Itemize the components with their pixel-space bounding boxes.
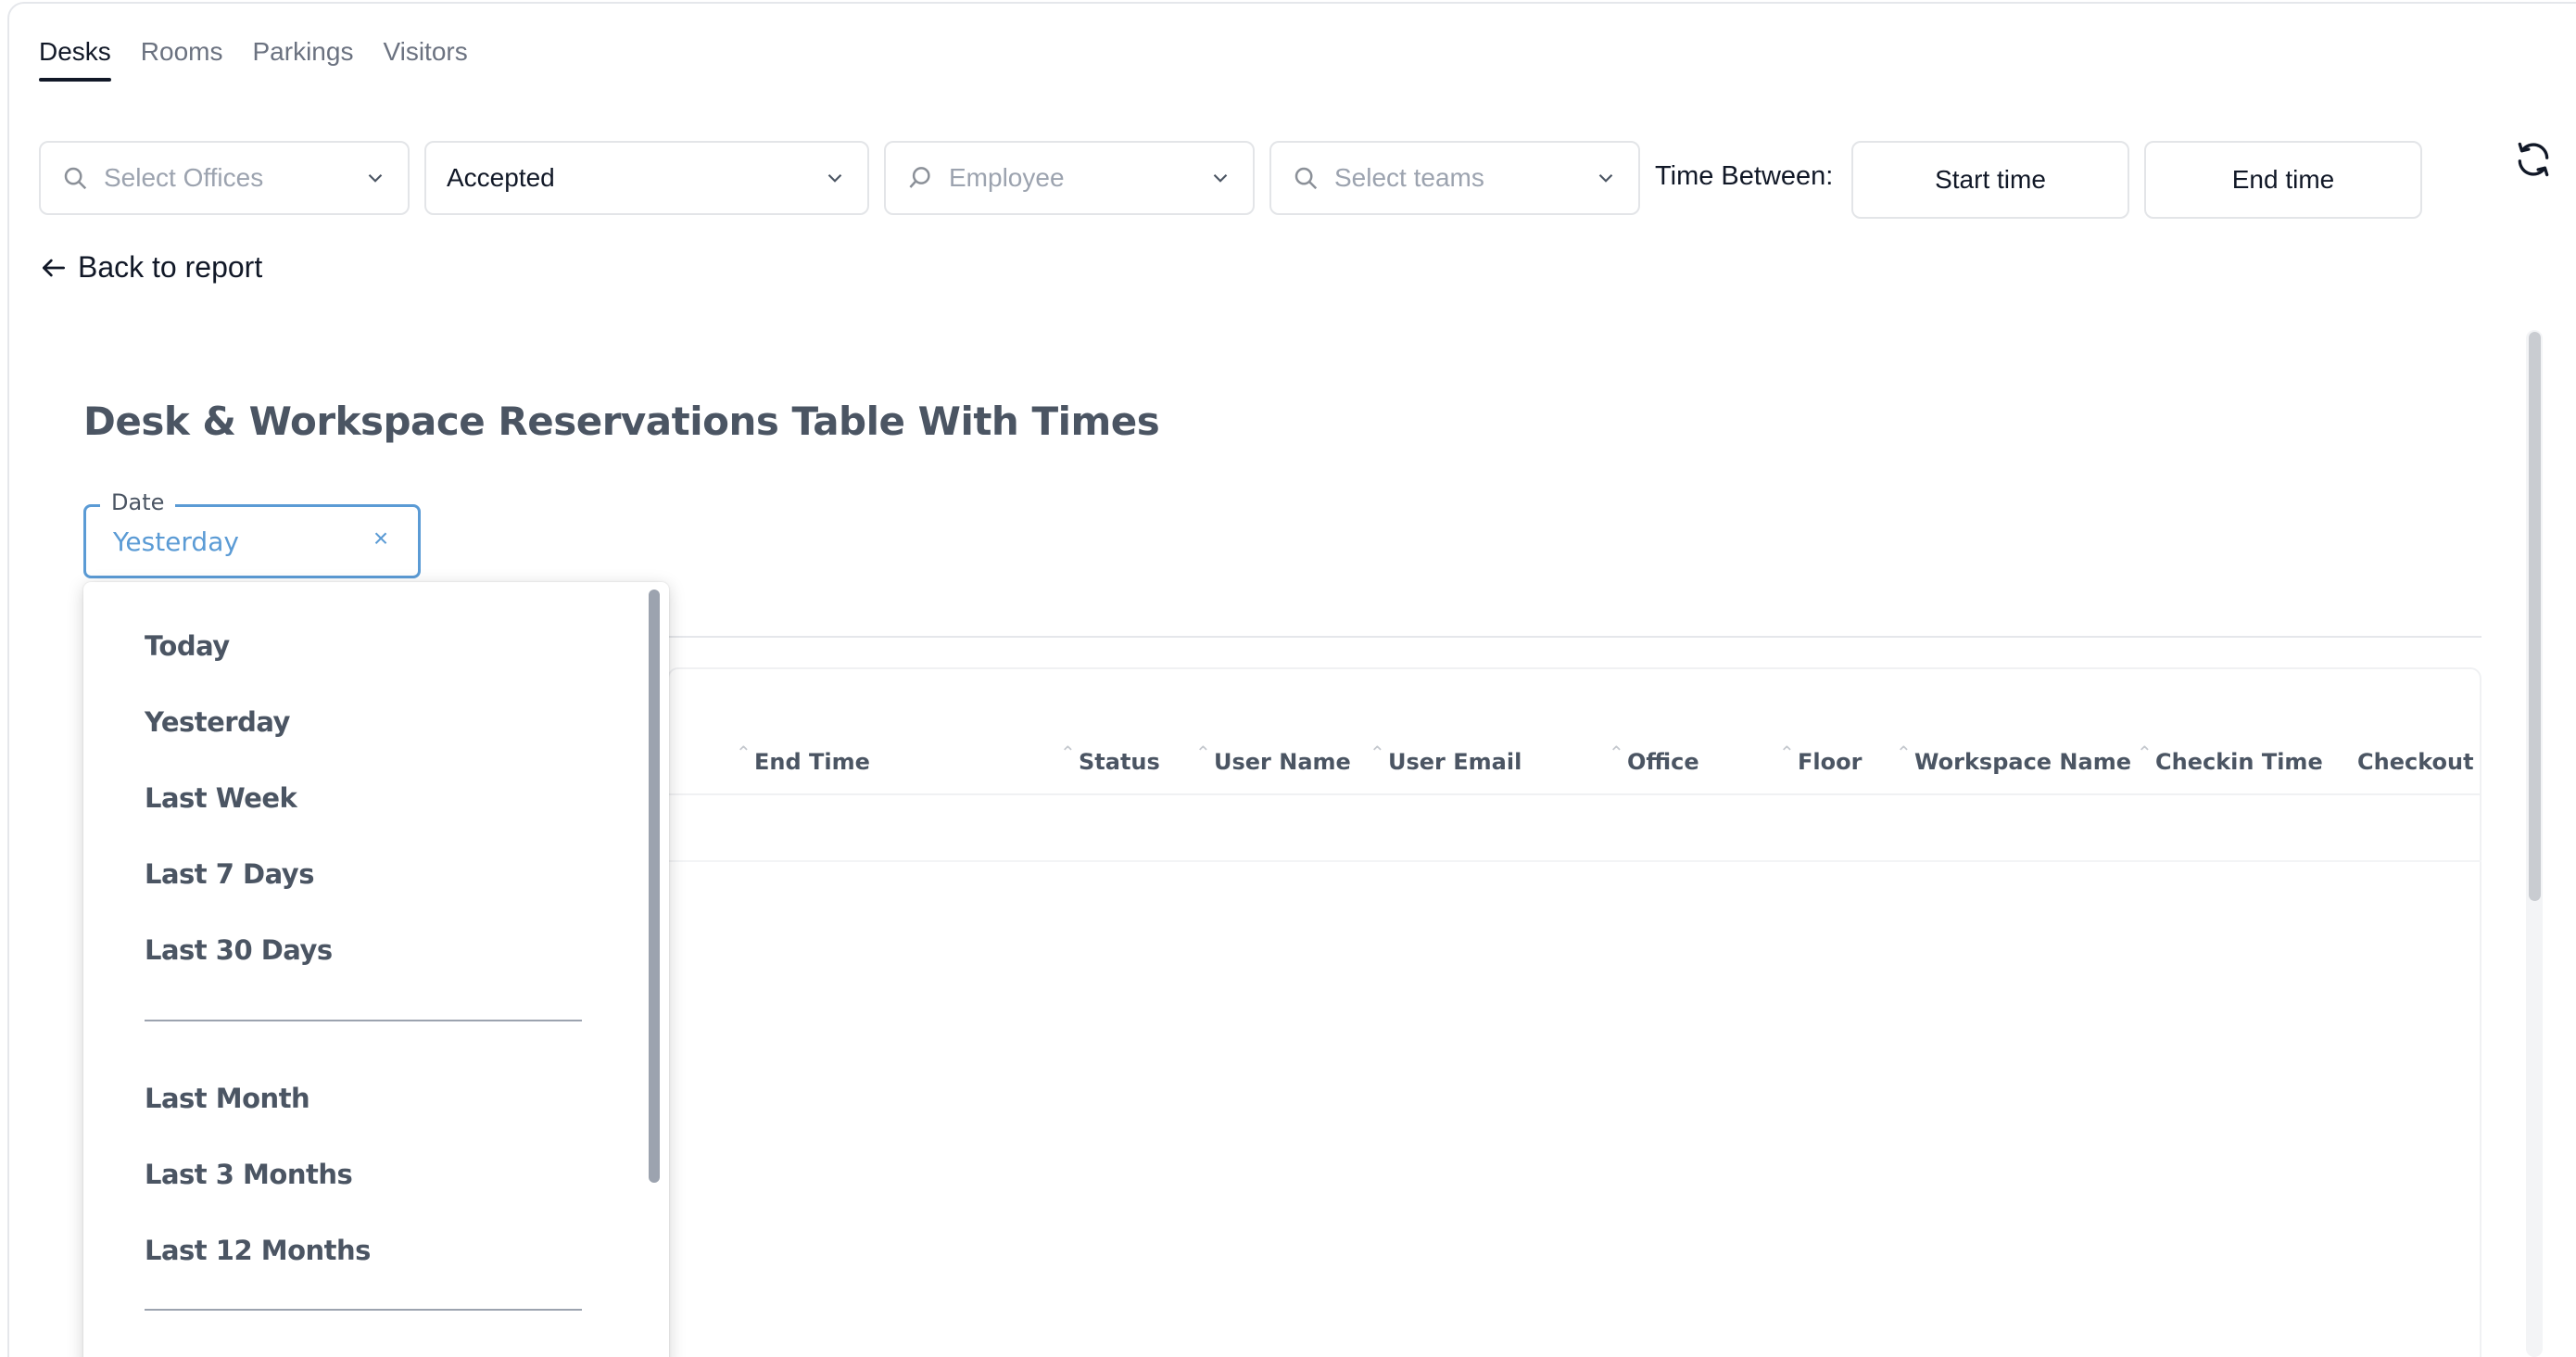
status-value: Accepted [447,163,555,192]
back-to-report-link[interactable]: Back to report [39,250,262,285]
option-last-12-months[interactable]: Last 12 Months [145,1235,371,1266]
clear-icon[interactable]: × [367,525,395,552]
column-header-checkin-time[interactable]: ⌃ Checkin Time [2137,742,2323,775]
chevron-down-icon [827,173,842,183]
employee-placeholder: Employee [949,163,1065,192]
column-header-end-time[interactable]: ⌃ End Time [736,742,870,775]
search-icon [1294,167,1318,190]
option-last-30-days[interactable]: Last 30 Days [145,934,333,966]
time-between-label: Time Between: [1655,161,1834,191]
teams-select[interactable]: Select teams [1269,141,1640,215]
option-separator [145,1309,582,1311]
start-time-button[interactable]: Start time [1851,141,2129,219]
date-field-value: Yesterday [113,526,239,557]
column-label: Workspace Name [1914,749,2131,775]
tab-rooms[interactable]: Rooms [141,32,223,82]
option-yesterday[interactable]: Yesterday [145,706,290,738]
option-today[interactable]: Today [145,630,230,662]
back-to-report-label: Back to report [78,250,263,284]
sort-icon: ⌃ [1896,742,1912,764]
sort-icon: ⌃ [2137,742,2153,764]
offices-select[interactable]: Select Offices [39,141,410,215]
column-label: User Name [1214,749,1351,775]
tab-visitors[interactable]: Visitors [383,32,467,82]
arrow-left-icon [43,259,65,276]
column-header-workspace-name[interactable]: ⌃ Workspace Name [1896,742,2131,775]
sort-icon: ⌃ [736,742,751,764]
teams-placeholder: Select teams [1334,163,1484,192]
column-header-user-name[interactable]: ⌃ User Name [1195,742,1351,775]
sort-icon: ⌃ [1609,742,1624,764]
sort-icon: ⌃ [1779,742,1795,764]
employee-select[interactable]: Employee [884,141,1255,215]
column-label: Checkout Time [2357,749,2481,775]
column-label: End Time [754,749,870,775]
end-time-button[interactable]: End time [2144,141,2422,219]
column-header-office[interactable]: ⌃ Office [1609,742,1699,775]
sort-icon: ⌃ [1370,742,1385,764]
chevron-down-icon [368,173,383,183]
column-label: Floor [1798,749,1863,775]
refresh-icon[interactable] [2513,139,2554,180]
option-last-3-months[interactable]: Last 3 Months [145,1159,353,1190]
column-header-status[interactable]: ⌃ Status [1060,742,1160,775]
tab-parkings[interactable]: Parkings [253,32,354,82]
section-divider [667,636,2481,638]
dropdown-scrollbar-thumb[interactable] [649,590,660,1183]
sort-icon: ⌃ [2354,742,2355,764]
tab-desks[interactable]: Desks [39,32,111,82]
date-options-dropdown: Today Yesterday Last Week Last 7 Days La… [83,582,669,1357]
column-header-checkout-time[interactable]: ⌃Checkout Time [2354,742,2481,775]
option-separator [145,1020,582,1021]
offices-placeholder: Select Offices [104,163,264,192]
column-label: Office [1627,749,1699,775]
option-last-month[interactable]: Last Month [145,1083,310,1114]
option-last-week[interactable]: Last Week [145,782,297,814]
column-label: User Email [1388,749,1522,775]
table-row [667,860,2481,862]
chevron-down-icon [1598,173,1613,183]
chevron-down-icon [1213,173,1228,183]
column-header-floor[interactable]: ⌃ Floor [1779,742,1863,775]
sort-icon: ⌃ [1060,742,1076,764]
column-label: Checkin Time [2155,749,2323,775]
option-last-7-days[interactable]: Last 7 Days [145,858,314,890]
date-field-label: Date [100,489,176,515]
column-clip: ⌃Checkout Time [2354,732,2481,788]
resource-tabs: Desks Rooms Parkings Visitors [39,32,468,82]
sort-icon: ⌃ [1195,742,1211,764]
column-label: Status [1079,749,1160,775]
page-scrollbar-thumb[interactable] [2529,332,2541,901]
search-icon [64,167,87,190]
report-title: Desk & Workspace Reservations Table With… [83,399,1160,444]
column-header-user-email[interactable]: ⌃ User Email [1370,742,1522,775]
status-select[interactable]: Accepted [424,141,869,215]
search-icon [909,167,930,188]
